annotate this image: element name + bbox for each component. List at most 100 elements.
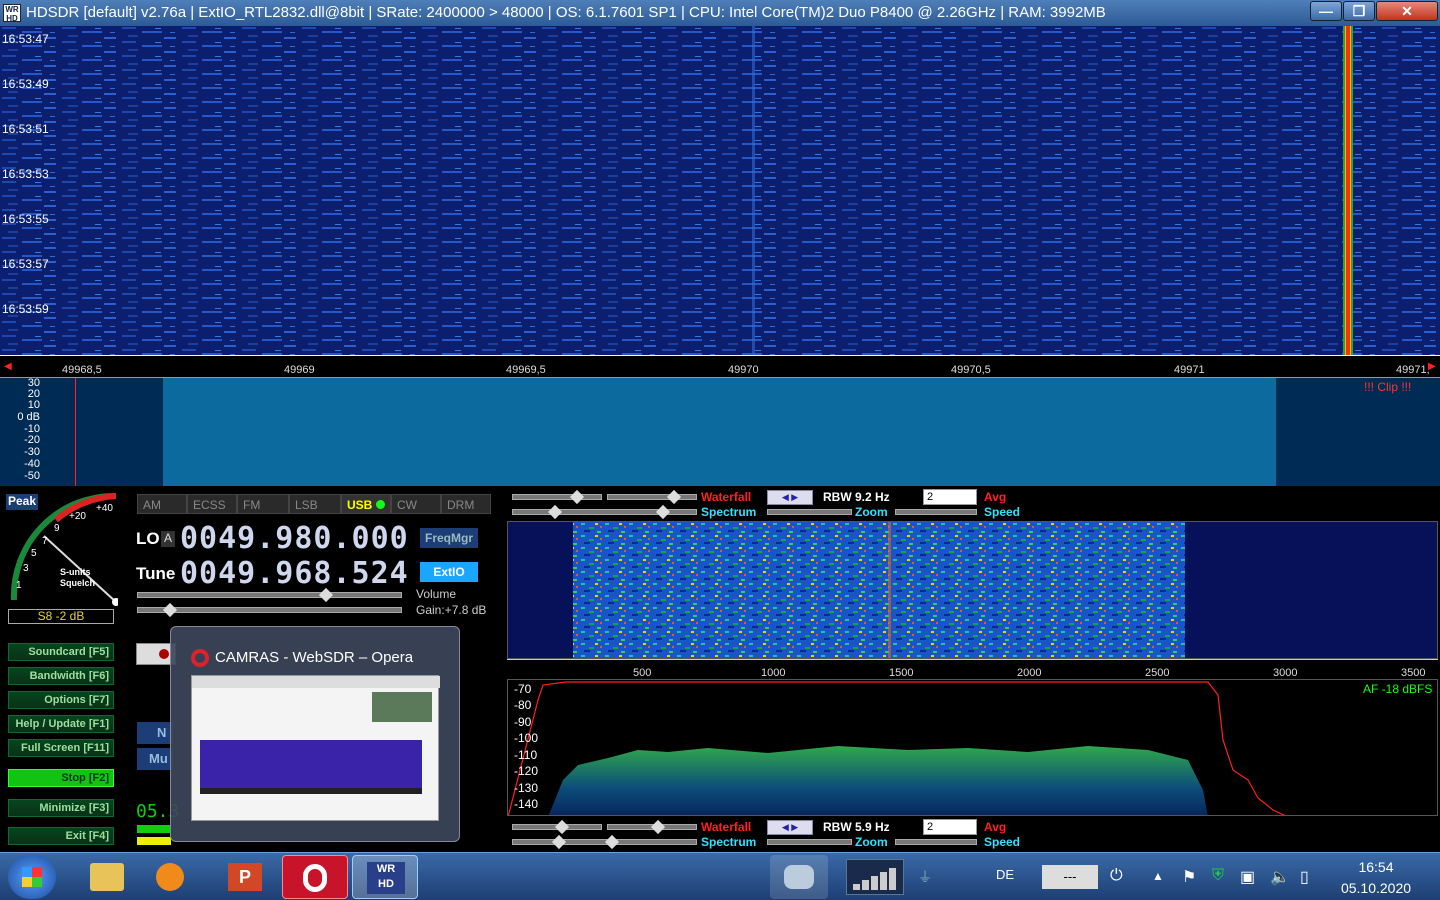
af-spectrum-label: Spectrum — [701, 505, 757, 519]
thumb-waterfall — [200, 740, 422, 788]
volume-icon[interactable]: 🔈 — [1270, 867, 1290, 887]
explorer-taskbar-button[interactable] — [76, 855, 136, 899]
signal-meter-widget[interactable] — [846, 859, 904, 895]
powerpoint-taskbar-button[interactable]: P — [216, 855, 276, 899]
security-shield-icon[interactable]: ⛨ — [1212, 867, 1224, 885]
language-indicator[interactable]: DE — [996, 867, 1014, 882]
time-label: 16:53:49 — [2, 77, 49, 91]
power-icon[interactable]: ⏻ — [1110, 867, 1123, 885]
folder-icon — [90, 863, 124, 891]
avg-select[interactable]: 2 — [923, 489, 977, 505]
exit-button[interactable]: Exit [F4] — [8, 827, 114, 845]
bandwidth-button[interactable]: Bandwidth [F6] — [8, 667, 114, 685]
minimize-button[interactable]: — — [1310, 1, 1342, 21]
rf-waterfall[interactable]: 16:53:47 16:53:49 16:53:51 16:53:53 16:5… — [0, 26, 1440, 356]
s-meter: Peak +40 +20 9 7 5 3 1 S-units Squelch — [6, 490, 118, 610]
stop-button[interactable]: Stop [F2] — [8, 769, 114, 787]
thumb-scale — [200, 788, 422, 794]
zoom-slider-2[interactable] — [767, 839, 852, 845]
waterfall-noise — [0, 26, 1440, 355]
freqmgr-button[interactable]: FreqMgr — [420, 528, 478, 548]
af-db-label: -130 — [514, 781, 539, 795]
mode-cw-button[interactable]: CW — [391, 494, 441, 514]
extio-button[interactable]: ExtIO — [420, 562, 478, 582]
avg-label-2: Avg — [984, 820, 1007, 834]
nr-button[interactable]: N — [137, 722, 173, 744]
flag-icon[interactable]: ⚑ — [1182, 867, 1196, 887]
time-label: 16:53:51 — [2, 122, 49, 136]
level-bar-yellow — [137, 837, 171, 845]
hdsdr-icon: WR HD — [367, 862, 405, 894]
mode-drm-button[interactable]: DRM — [441, 494, 491, 514]
volume-label: Volume — [416, 587, 457, 601]
mode-am-button[interactable]: AM — [137, 494, 187, 514]
volume-slider[interactable] — [137, 592, 402, 598]
avg-select-2[interactable]: 2 — [923, 819, 977, 835]
hdsdr-taskbar-button[interactable]: WR HD — [352, 855, 418, 899]
options-button[interactable]: Options [F7] — [8, 691, 114, 709]
af-freq-tick: 1500 — [889, 667, 914, 679]
rf-spectrum[interactable]: 30 20 10 0 dB -10 -20 -30 -40 -50 !!! Cl… — [0, 378, 1440, 486]
af-frequency-axis[interactable]: 500 1000 1500 2000 2500 3000 3500 — [507, 659, 1438, 679]
mode-label: FM — [243, 498, 261, 512]
s-scale-label: +20 — [69, 511, 86, 522]
mode-fm-button[interactable]: FM — [237, 494, 289, 514]
filter-passband[interactable] — [163, 378, 1276, 486]
af-spectrum[interactable]: -70 -80 -90 -100 -110 -120 -130 -140 AF … — [507, 679, 1438, 816]
time-label: 16:53:47 — [2, 32, 49, 46]
full-screen-button[interactable]: Full Screen [F11] — [8, 739, 114, 757]
restore-button[interactable]: ❐ — [1343, 1, 1375, 21]
popup-thumbnail[interactable] — [191, 675, 440, 821]
mode-label: DRM — [447, 498, 475, 512]
help-update-button[interactable]: Help / Update [F1] — [8, 715, 114, 733]
network-icon[interactable]: ▣ — [1240, 867, 1255, 887]
af-waterfall-slider-2[interactable] — [607, 494, 697, 500]
s-meter-readout: S8 -2 dB — [8, 609, 114, 624]
mode-ecss-button[interactable]: ECSS — [187, 494, 237, 514]
speed-slider-2[interactable] — [895, 839, 977, 845]
windows-logo-icon — [22, 867, 42, 887]
opera-taskbar-button[interactable] — [282, 855, 348, 899]
squelch-label[interactable]: Squelch — [60, 578, 95, 588]
speed-slider[interactable] — [895, 509, 977, 515]
zoom-slider[interactable] — [767, 509, 852, 515]
lo-a-button[interactable]: A — [161, 531, 175, 547]
s-scale-label: +40 — [96, 503, 113, 514]
minimize-app-button[interactable]: Minimize [F3] — [8, 799, 114, 817]
battery-icon[interactable]: ▯ — [1300, 867, 1309, 887]
soundcard-button[interactable]: Soundcard [F5] — [8, 643, 114, 661]
input-indicator[interactable]: --- — [1042, 865, 1098, 889]
af-spectrum-label-2: Spectrum — [701, 835, 757, 849]
af-waterfall-noise — [573, 522, 1185, 658]
taskbar-preview-popup[interactable]: CAMRAS - WebSDR – Opera — [170, 626, 460, 842]
mode-usb-button[interactable]: USB — [341, 494, 391, 514]
rf-frequency-axis[interactable]: ◀ ▶ 49968,5 49969 49969,5 49970 49970,5 … — [0, 356, 1440, 378]
network-tool-button[interactable] — [770, 855, 828, 899]
lo-label: LO — [136, 529, 160, 548]
active-mode-led-icon — [376, 500, 386, 509]
af-waterfall[interactable] — [507, 521, 1438, 659]
mute-button[interactable]: Mu — [137, 748, 173, 770]
close-button[interactable]: ✕ — [1376, 1, 1438, 21]
tune-marker[interactable] — [75, 378, 76, 486]
lo-frequency[interactable]: 0049.980.000 — [180, 521, 409, 556]
thumb-photo — [372, 692, 432, 722]
clock-date[interactable]: 05.10.2020 — [1336, 880, 1416, 896]
freq-tick: 49971, — [1396, 364, 1430, 376]
tune-frequency[interactable]: 0049.968.524 — [180, 556, 409, 591]
af-waterfall-slider-1[interactable] — [512, 494, 602, 500]
freq-tick: 49970 — [728, 364, 759, 376]
s-scale-label: 1 — [16, 580, 22, 591]
media-player-icon — [156, 863, 184, 891]
start-button[interactable] — [8, 855, 56, 899]
tray-expand-icon[interactable]: ▲ — [1152, 869, 1164, 883]
rbw-stepper[interactable]: ◀ ▶ — [767, 490, 813, 505]
signal-bars-icon — [853, 868, 896, 890]
clock-time[interactable]: 16:54 — [1336, 859, 1416, 875]
title-bar: WR HD HDSDR [default] v2.76a | ExtIO_RTL2… — [0, 0, 1440, 26]
peak-button[interactable]: Peak — [6, 494, 38, 510]
rbw-stepper-2[interactable]: ◀ ▶ — [767, 820, 813, 835]
mode-lsb-button[interactable]: LSB — [289, 494, 341, 514]
media-player-taskbar-button[interactable] — [140, 855, 200, 899]
scroll-left-arrow-icon[interactable]: ◀ — [4, 361, 12, 372]
